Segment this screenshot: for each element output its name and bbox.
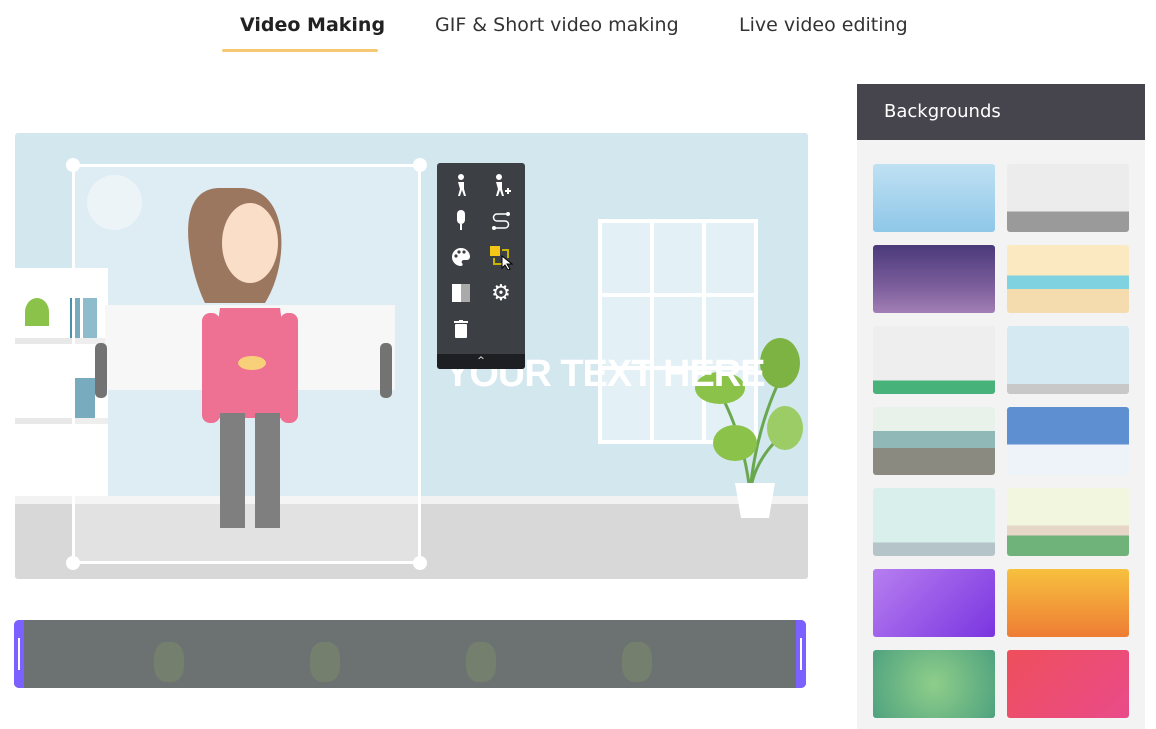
background-thumbnail-seaside[interactable]	[873, 407, 995, 475]
collapse-toolbar-button[interactable]: ^	[437, 354, 525, 369]
timeline-frame	[24, 622, 184, 686]
timeline-frame	[336, 622, 496, 686]
character-toolbar: ⚙ ^	[437, 163, 525, 369]
panel-title: Backgrounds	[857, 84, 1145, 140]
walk-icon[interactable]	[447, 171, 475, 199]
background-thumbnail-winter-house[interactable]	[1007, 407, 1129, 475]
background-thumbnail-red-gradient[interactable]	[1007, 650, 1129, 718]
timeline-end-handle[interactable]	[796, 620, 806, 688]
resize-handle-tl[interactable]	[66, 158, 80, 172]
background-thumbnail-office-blue[interactable]	[1007, 326, 1129, 394]
tab-video-making[interactable]: Video Making	[240, 14, 385, 36]
background-thumbnail-sky[interactable]	[873, 164, 995, 232]
timeline-strip[interactable]	[14, 620, 806, 688]
resize-handle-br[interactable]	[413, 556, 427, 570]
resize-handle-bl[interactable]	[66, 556, 80, 570]
background-thumbnail-green-gradient[interactable]	[873, 650, 995, 718]
path-icon[interactable]	[487, 207, 515, 235]
timeline-start-handle[interactable]	[14, 620, 24, 688]
palette-icon[interactable]	[447, 243, 475, 271]
background-thumbnail-city-night[interactable]	[873, 245, 995, 313]
resize-handle-tr[interactable]	[413, 158, 427, 172]
background-thumbnail-farm[interactable]	[1007, 488, 1129, 556]
selection-box[interactable]	[66, 158, 427, 570]
tab-live-video-editing[interactable]: Live video editing	[739, 14, 908, 36]
active-tab-indicator	[222, 49, 378, 52]
background-thumbnail-purple-gradient[interactable]	[873, 569, 995, 637]
background-thumbnail-beach[interactable]	[1007, 245, 1129, 313]
tab-gif-short-video[interactable]: GIF & Short video making	[435, 14, 679, 36]
walk-add-icon[interactable]	[487, 171, 515, 199]
backgrounds-panel: Backgrounds	[857, 84, 1145, 729]
background-thumbnails	[873, 164, 1129, 718]
timeline-frame	[180, 622, 340, 686]
video-canvas[interactable]: YOUR TEXT HERE	[15, 133, 808, 579]
background-thumbnail-bedroom[interactable]	[1007, 164, 1129, 232]
swap-icon[interactable]	[487, 243, 515, 271]
background-thumbnail-room-green[interactable]	[873, 326, 995, 394]
timeline-frame	[492, 622, 652, 686]
contrast-icon[interactable]	[447, 279, 475, 307]
background-thumbnail-presentation[interactable]	[873, 488, 995, 556]
background-thumbnail-orange-gradient[interactable]	[1007, 569, 1129, 637]
trash-icon[interactable]	[447, 315, 475, 343]
microphone-icon[interactable]	[447, 207, 475, 235]
mode-tabs: Video Making GIF & Short video making Li…	[0, 14, 1156, 54]
gear-icon[interactable]: ⚙	[487, 279, 515, 307]
